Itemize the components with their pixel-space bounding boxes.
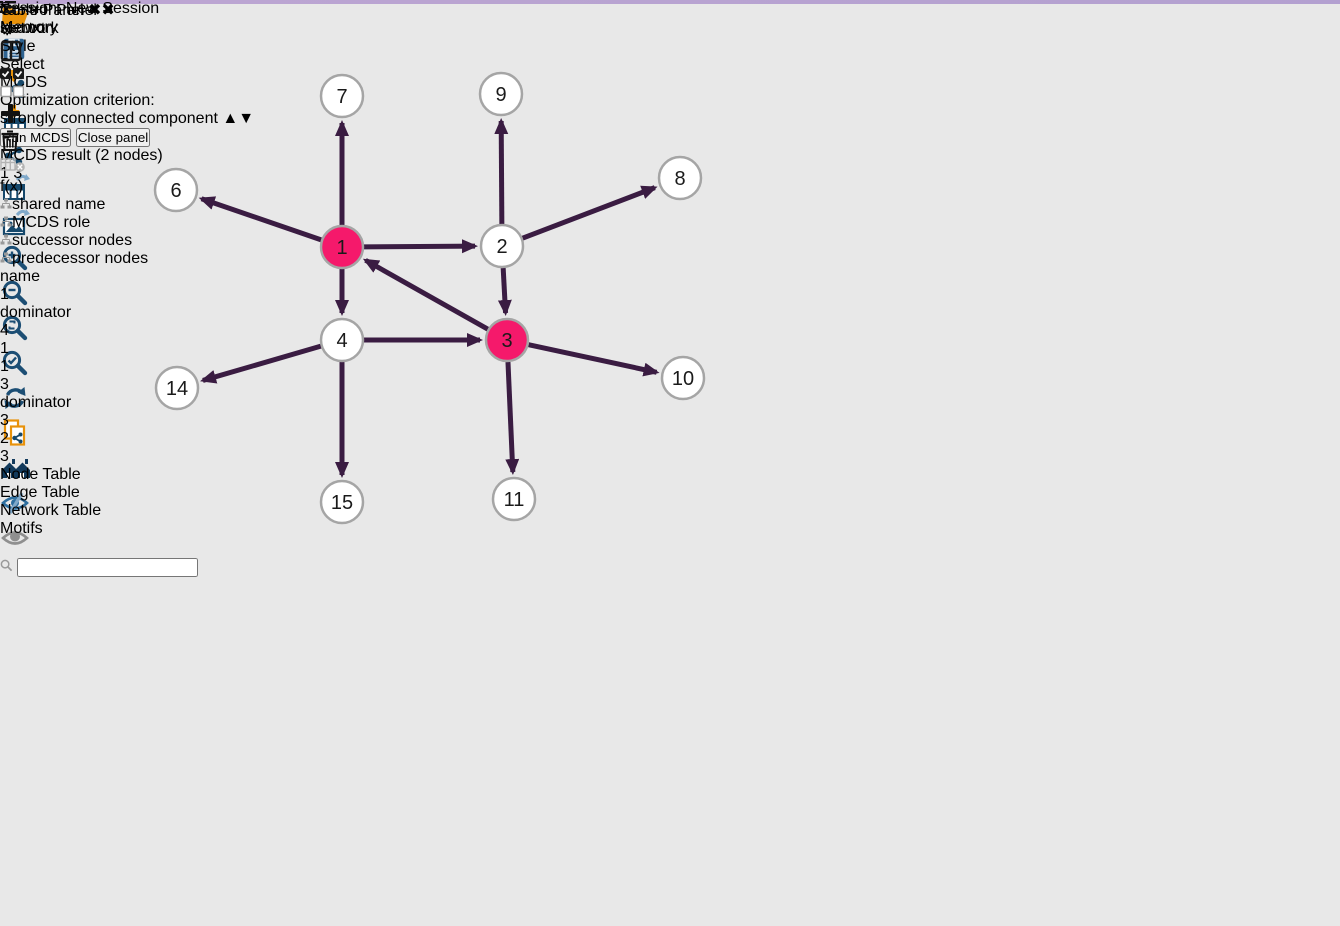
graph-edge-2-9[interactable] <box>501 121 502 224</box>
table-row[interactable]: 1dominator411 <box>0 286 165 376</box>
graph-node-label-14: 14 <box>166 378 188 400</box>
column-header-shared-name[interactable]: shared name <box>0 196 138 214</box>
tab-edge-table[interactable]: Edge Table <box>0 484 165 502</box>
tab-node-table[interactable]: Node Table <box>0 466 165 484</box>
graph-edge-2-8[interactable] <box>523 188 655 239</box>
node-table-rows[interactable]: 1dominator4113dominator323 <box>0 286 165 466</box>
search-input[interactable] <box>17 558 198 577</box>
column-header-name[interactable]: name <box>0 268 85 286</box>
graph-node-label-11: 11 <box>504 489 525 511</box>
search-box[interactable] <box>0 558 198 577</box>
node-table[interactable]: shared nameMCDS rolesuccessor nodesprede… <box>0 196 165 466</box>
status-bar: Memory <box>0 0 58 37</box>
graph-node-label-2: 2 <box>496 236 507 258</box>
tab-motifs[interactable]: Motifs <box>0 520 165 538</box>
task-history-button[interactable] <box>0 0 58 19</box>
column-label: shared name <box>12 196 105 213</box>
graph-node-label-4: 4 <box>336 330 347 352</box>
column-tree-icon <box>0 198 12 209</box>
unchecked-boxes-icon <box>0 85 24 98</box>
column-tree-icon <box>0 234 12 245</box>
close-table-panel-icon[interactable]: ✖ <box>88 2 101 19</box>
graph-node-label-3: 3 <box>501 330 512 352</box>
column-label: predecessor nodes <box>12 250 148 267</box>
select-all-button[interactable] <box>0 67 165 85</box>
column-header-MCDS-role[interactable]: MCDS role <box>0 214 113 232</box>
column-header-successor-nodes[interactable]: successor nodes <box>0 232 160 250</box>
tab-network-table[interactable]: Network Table <box>0 502 165 520</box>
trash-icon <box>0 129 20 152</box>
graph-edge-3-11[interactable] <box>508 362 513 472</box>
desktop-edge-right <box>1334 0 1340 926</box>
add-row-button[interactable] <box>0 103 165 129</box>
graph-node-label-8: 8 <box>674 168 685 190</box>
columns-icon <box>0 40 22 62</box>
show-column-button[interactable] <box>0 40 165 67</box>
delete-table-icon <box>0 157 26 173</box>
search-icon <box>0 559 13 572</box>
graph-node-label-7: 7 <box>336 86 347 108</box>
list-icon <box>0 0 16 14</box>
table-row[interactable]: 3dominator323 <box>0 376 165 466</box>
memory-label: Memory <box>0 19 58 36</box>
table-cell: 1 <box>0 286 138 304</box>
column-tree-icon <box>0 252 12 263</box>
graph-edge-3-1[interactable] <box>366 260 488 329</box>
table-cell: 3 <box>0 376 138 394</box>
column-tree-icon <box>0 216 12 227</box>
graph-node-label-15: 15 <box>331 492 353 514</box>
function-builder-button: f(x) <box>0 178 40 196</box>
node-table-header[interactable]: shared nameMCDS rolesuccessor nodesprede… <box>0 196 165 286</box>
memory-button[interactable]: Memory <box>0 19 58 37</box>
graph-edge-2-3[interactable] <box>503 268 505 313</box>
table-cell: 4 <box>0 322 160 340</box>
column-label: MCDS role <box>12 214 90 231</box>
table-toolbar: ⚙ <box>0 20 165 196</box>
column-label: successor nodes <box>12 232 132 249</box>
graph-node-label-10: 10 <box>672 368 694 390</box>
graph-edge-1-2[interactable] <box>364 246 475 247</box>
table-panel: Table Panel ✖ ⚙ <box>0 0 165 538</box>
graph-node-label-6: 6 <box>170 180 181 202</box>
table-cell: dominator <box>0 304 113 322</box>
delete-table-button <box>0 157 165 178</box>
plus-icon <box>0 103 21 124</box>
table-cell: 2 <box>0 430 165 448</box>
table-cell: dominator <box>0 394 113 412</box>
table-cell: 3 <box>0 412 160 430</box>
column-label: name <box>0 268 40 285</box>
checked-boxes-icon <box>0 67 24 80</box>
graph-edge-1-6[interactable] <box>202 199 322 240</box>
table-cell: 1 <box>0 358 85 376</box>
graph-node-label-9: 9 <box>495 84 506 106</box>
graph-node-label-1: 1 <box>336 237 347 259</box>
table-tabs: Node TableEdge TableNetwork TableMotifs <box>0 466 165 538</box>
deselect-all-button[interactable] <box>0 85 165 103</box>
column-header-predecessor-nodes[interactable]: predecessor nodes <box>0 250 165 268</box>
table-cell: 1 <box>0 340 165 358</box>
graph-edge-3-10[interactable] <box>529 345 657 373</box>
graph-edge-4-14[interactable] <box>203 346 321 380</box>
table-panel-body: ⚙ <box>0 20 165 538</box>
delete-row-button[interactable] <box>0 129 165 157</box>
fx-icon: f(x) <box>0 178 23 195</box>
table-cell: 3 <box>0 448 85 466</box>
